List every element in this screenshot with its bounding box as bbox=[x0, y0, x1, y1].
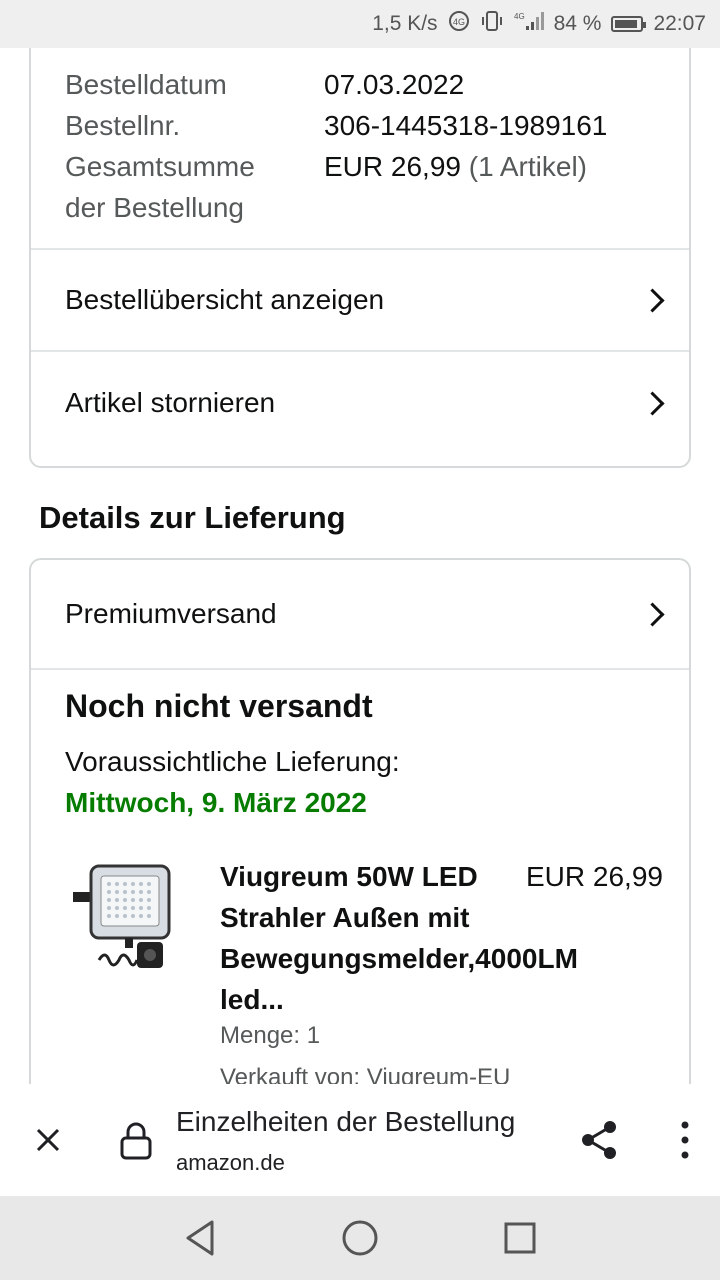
shipping-method-label: Premiumversand bbox=[65, 598, 277, 629]
order-date-value: 07.03.2022 bbox=[324, 69, 465, 100]
product-image[interactable] bbox=[69, 862, 173, 978]
delivery-card: Premiumversand Noch nicht versandt Vorau… bbox=[29, 558, 691, 1084]
close-icon[interactable] bbox=[30, 1122, 66, 1158]
product-title-line: led... bbox=[220, 984, 284, 1015]
network-speed: 1,5 K/s bbox=[372, 12, 438, 35]
order-total-items: (1 Artikel) bbox=[468, 151, 587, 182]
order-number-row: Bestellnr. 306-1445318-1989161 bbox=[65, 105, 607, 146]
battery-percent: 84 % bbox=[553, 12, 602, 35]
order-total-label: Gesamtsumme der Bestellung bbox=[65, 146, 324, 228]
clock: 22:07 bbox=[653, 12, 706, 35]
order-total-row: Gesamtsumme der Bestellung EUR 26,99 (1 … bbox=[65, 146, 607, 228]
status-bar: 1,5 K/s 4G 4G 84 % 22:07 bbox=[0, 0, 720, 48]
order-number-value: 306-1445318-1989161 bbox=[324, 110, 608, 141]
battery-icon bbox=[611, 16, 647, 32]
signal-icon: 4G bbox=[514, 10, 544, 38]
browser-toolbar: Einzelheiten der Bestellung amazon.de bbox=[0, 1084, 720, 1196]
lock-icon[interactable] bbox=[118, 1120, 154, 1162]
expected-delivery-label: Voraussichtliche Lieferung: bbox=[65, 746, 400, 777]
order-date-label: Bestelldatum bbox=[65, 69, 227, 100]
expected-delivery-date: Mittwoch, 9. März 2022 bbox=[65, 787, 367, 818]
order-number-label: Bestellnr. bbox=[65, 110, 181, 141]
chevron-right-icon bbox=[640, 390, 665, 416]
shipment-status: Noch nicht versandt bbox=[65, 688, 373, 724]
back-icon[interactable] bbox=[178, 1216, 222, 1260]
chevron-right-icon bbox=[640, 601, 665, 627]
browser-url: amazon.de bbox=[176, 1150, 285, 1175]
order-info-table: Bestelldatum 07.03.2022 Bestellnr. 306-1… bbox=[65, 64, 607, 228]
network-type: 4G bbox=[514, 12, 525, 21]
more-vert-icon[interactable] bbox=[670, 1118, 700, 1162]
order-total-amount: EUR 26,99 bbox=[324, 151, 461, 182]
product-seller: Verkauft von: Viugreum-EU bbox=[220, 1064, 511, 1084]
shipping-method-link[interactable]: Premiumversand bbox=[31, 560, 689, 668]
order-total-value: EUR 26,99 (1 Artikel) bbox=[324, 146, 587, 228]
share-icon[interactable] bbox=[578, 1118, 622, 1162]
view-order-summary-link[interactable]: Bestellübersicht anzeigen bbox=[31, 250, 689, 350]
volte-icon: 4G bbox=[448, 10, 470, 38]
page-content: Bestelldatum 07.03.2022 Bestellnr. 306-1… bbox=[0, 48, 720, 1084]
product-title[interactable]: Viugreum 50W LED Strahler Außen mit Bewe… bbox=[220, 856, 578, 1020]
view-order-summary-label: Bestellübersicht anzeigen bbox=[65, 284, 385, 315]
divider bbox=[31, 668, 689, 670]
cancel-items-link[interactable]: Artikel stornieren bbox=[31, 352, 689, 454]
order-date-row: Bestelldatum 07.03.2022 bbox=[65, 64, 607, 105]
navigation-bar bbox=[0, 1196, 720, 1280]
product-title-line: Strahler Außen mit bbox=[220, 902, 470, 933]
vibrate-icon bbox=[480, 10, 504, 38]
order-total-label-line1: Gesamtsumme bbox=[65, 151, 255, 182]
product-title-line: Bewegungsmelder,4000LM bbox=[220, 943, 578, 974]
product-quantity: Menge: 1 bbox=[220, 1022, 321, 1049]
recents-icon[interactable] bbox=[498, 1216, 542, 1260]
chevron-right-icon bbox=[640, 287, 665, 313]
delivery-section-title: Details zur Lieferung bbox=[39, 500, 346, 535]
order-info-card: Bestelldatum 07.03.2022 Bestellnr. 306-1… bbox=[29, 48, 691, 468]
product-title-line: Viugreum 50W LED bbox=[220, 861, 478, 892]
svg-text:4G: 4G bbox=[453, 17, 465, 27]
home-icon[interactable] bbox=[338, 1216, 382, 1260]
product-price: EUR 26,99 bbox=[526, 861, 663, 892]
cancel-items-label: Artikel stornieren bbox=[65, 387, 276, 418]
browser-page-title: Einzelheiten der Bestellung bbox=[176, 1106, 516, 1137]
order-total-label-line2: der Bestellung bbox=[65, 192, 245, 223]
